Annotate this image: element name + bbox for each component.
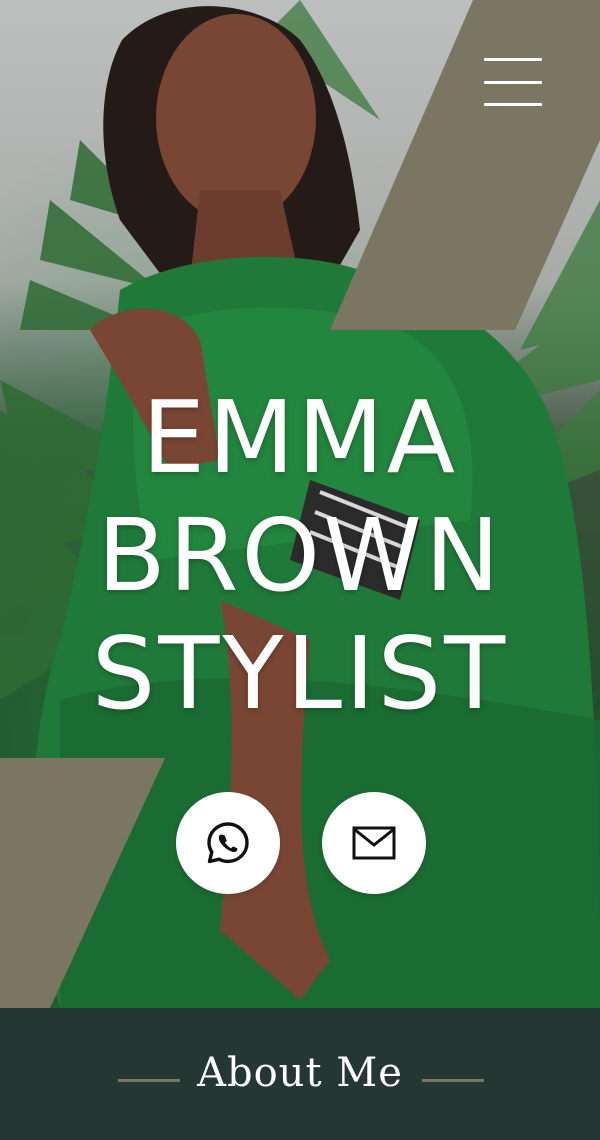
hamburger-menu-icon bbox=[484, 103, 542, 106]
headline-line-first-name: EMMA bbox=[141, 379, 459, 496]
contact-buttons bbox=[176, 792, 426, 894]
envelope-icon bbox=[352, 826, 396, 860]
decorative-shape-top bbox=[330, 0, 600, 330]
hamburger-menu-icon bbox=[484, 80, 542, 84]
hero-headline: EMMA BROWN STYLIST bbox=[0, 388, 600, 742]
about-title[interactable]: About Me bbox=[0, 1050, 600, 1096]
email-button[interactable] bbox=[322, 792, 426, 894]
headline-line-role: STYLIST bbox=[91, 615, 509, 732]
about-title-rule-right bbox=[422, 1079, 484, 1082]
decorative-shape-bottom bbox=[0, 758, 165, 1008]
whatsapp-icon bbox=[207, 822, 249, 864]
hamburger-menu-icon bbox=[484, 58, 542, 61]
headline-line-last-name: BROWN bbox=[97, 497, 503, 614]
menu-button[interactable] bbox=[484, 58, 542, 106]
hero-section: EMMA BROWN STYLIST bbox=[0, 0, 600, 1008]
whatsapp-button[interactable] bbox=[176, 792, 280, 894]
landing-page: EMMA BROWN STYLIST About Me bbox=[0, 0, 600, 1140]
